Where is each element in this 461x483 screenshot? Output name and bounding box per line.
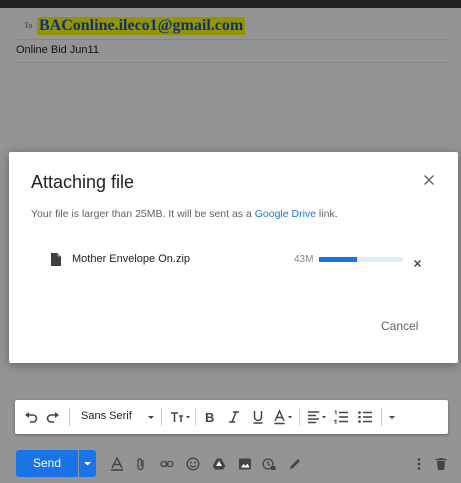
toolbar-divider [195, 408, 196, 426]
remove-attachment-icon[interactable] [413, 255, 422, 267]
toolbar-divider [69, 408, 70, 426]
attachment-name: Mother Envelope On.zip [72, 253, 191, 265]
toolbar-divider [299, 408, 300, 426]
file-icon [51, 253, 61, 266]
formatting-toolbar: Sans Serif B [15, 400, 448, 434]
redo-icon[interactable] [45, 409, 61, 425]
formatting-options-icon[interactable] [110, 457, 124, 471]
text-color-icon[interactable] [273, 409, 295, 425]
italic-icon[interactable] [227, 409, 241, 425]
google-drive-icon[interactable] [212, 457, 226, 471]
font-family-select[interactable]: Sans Serif [81, 410, 132, 426]
numbered-list-icon[interactable] [333, 409, 349, 425]
cancel-button[interactable]: Cancel [381, 319, 418, 333]
font-family-value: Sans Serif [81, 410, 132, 422]
underline-icon[interactable] [251, 409, 265, 425]
text-size-icon[interactable] [169, 409, 191, 425]
attachment-size: 43M [294, 254, 314, 265]
insert-link-icon[interactable] [160, 457, 174, 471]
dialog-message-prefix: Your file is larger than 25MB. It will b… [31, 208, 255, 220]
send-button[interactable]: Send [16, 450, 78, 477]
upload-progress-fill [319, 257, 357, 262]
attach-file-icon[interactable] [134, 457, 148, 471]
more-options-icon[interactable] [412, 457, 426, 471]
dialog-message-suffix: link. [316, 208, 338, 220]
toolbar-divider [161, 408, 162, 426]
font-family-dropdown-icon[interactable] [147, 409, 155, 425]
confidential-mode-icon[interactable] [262, 457, 276, 471]
attaching-file-dialog: Attaching file Your file is larger than … [9, 152, 458, 363]
bold-icon[interactable]: B [203, 409, 217, 425]
align-icon[interactable] [307, 409, 329, 425]
close-icon[interactable] [421, 172, 437, 188]
discard-draft-icon[interactable] [434, 457, 448, 471]
toolbar-divider [381, 408, 382, 426]
svg-text:B: B [205, 410, 214, 425]
dialog-title: Attaching file [31, 172, 135, 192]
insert-emoji-icon[interactable] [186, 457, 200, 471]
bulleted-list-icon[interactable] [357, 409, 373, 425]
dialog-message: Your file is larger than 25MB. It will b… [31, 208, 338, 220]
google-drive-link[interactable]: Google Drive [255, 208, 316, 220]
insert-photo-icon[interactable] [238, 457, 252, 471]
more-formatting-icon[interactable] [387, 409, 397, 425]
upload-progress-bar [319, 257, 403, 262]
insert-signature-icon[interactable] [288, 457, 302, 471]
undo-icon[interactable] [23, 409, 39, 425]
compose-bottom-bar: Send [0, 445, 461, 483]
send-options-button[interactable] [79, 450, 96, 477]
